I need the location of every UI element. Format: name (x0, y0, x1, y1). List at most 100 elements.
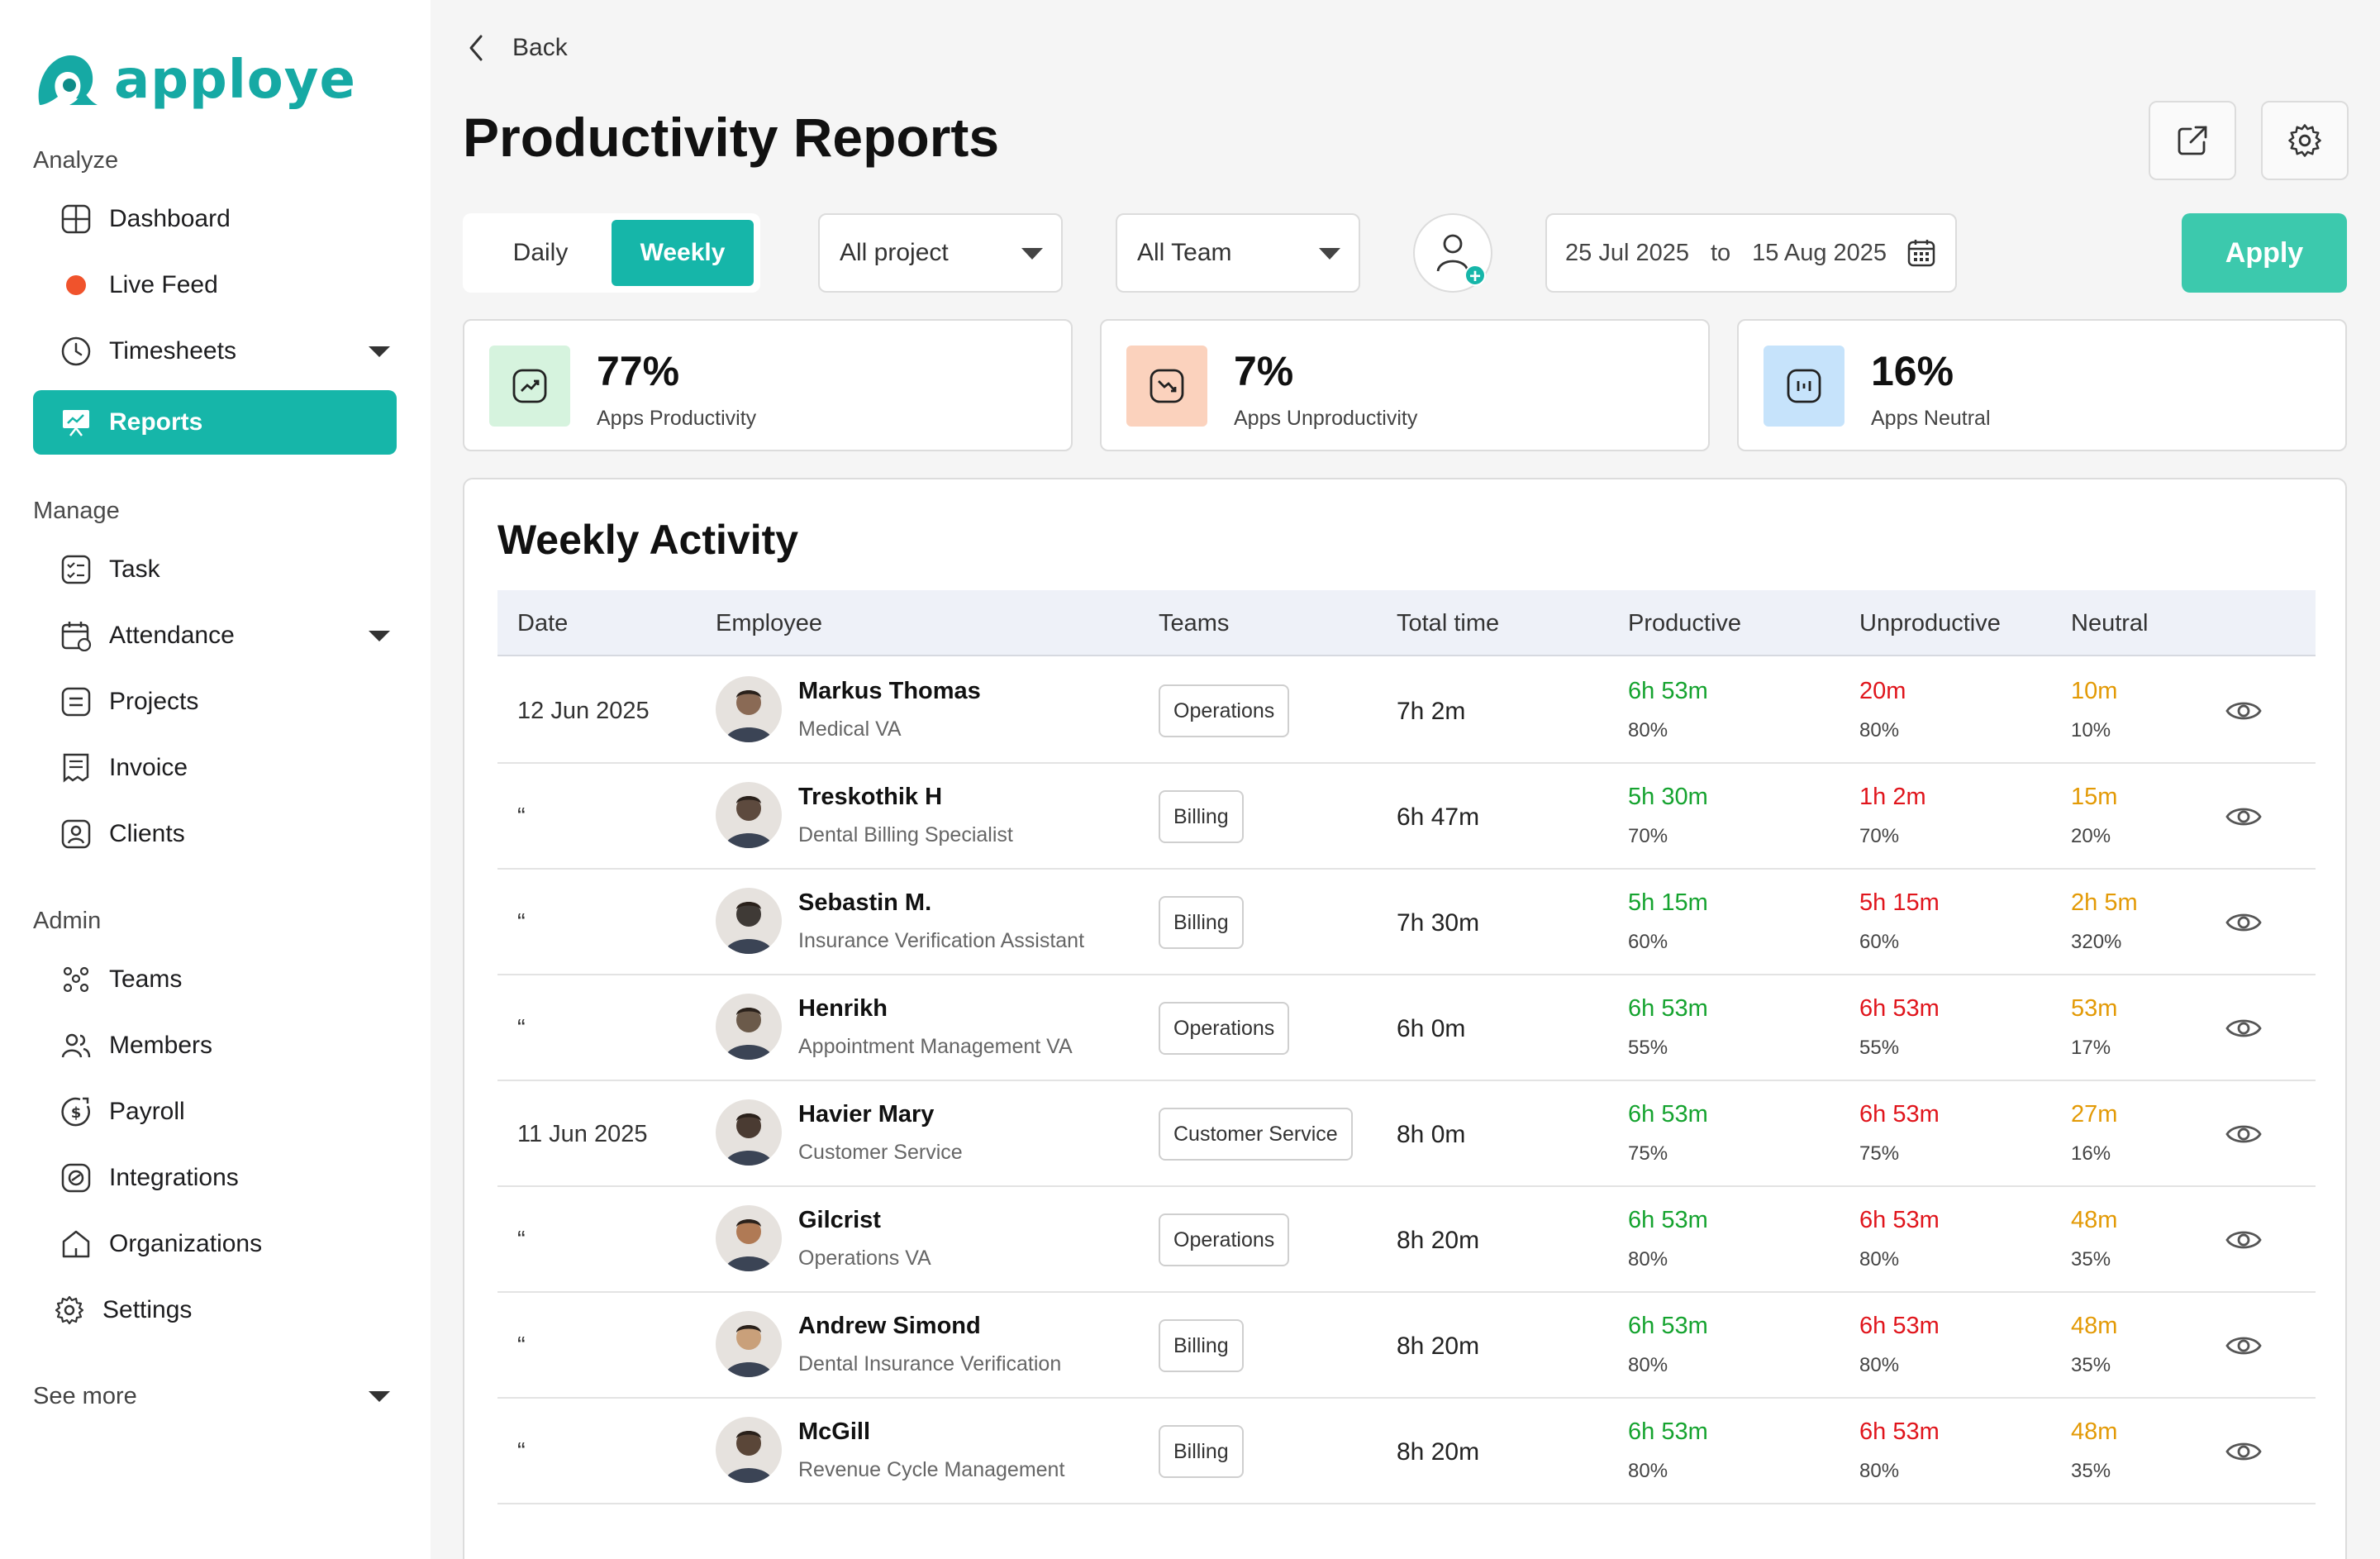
employee-name[interactable]: Gilcrist (798, 1207, 881, 1234)
sidebar-item-clients[interactable]: Clients (33, 802, 397, 866)
sidebar-item-teams[interactable]: Teams (33, 947, 397, 1012)
brand-logo[interactable]: apploye (33, 50, 356, 111)
sidebar-item-settings[interactable]: Settings (33, 1278, 397, 1342)
export-button[interactable] (2149, 101, 2236, 180)
neutral-time: 10m (2071, 678, 2118, 704)
period-option-daily[interactable]: Daily (469, 220, 612, 286)
period-toggle: Daily Weekly (463, 213, 760, 293)
employee-name[interactable]: McGill (798, 1418, 870, 1446)
table-row[interactable]: “ Sebastin M. Insurance Verification Assis… (497, 870, 2316, 975)
card-title: Weekly Activity (497, 517, 799, 563)
table-row[interactable]: “ McGill Revenue Cycle Management Billing 8h… (497, 1399, 2316, 1504)
total-time: 6h 0m (1397, 1015, 1466, 1042)
row-date: “ (517, 1438, 526, 1465)
employee-name[interactable]: Andrew Simond (798, 1313, 981, 1340)
view-eye-icon[interactable] (2225, 1435, 2263, 1468)
table-row[interactable]: “ Andrew Simond Dental Insurance Verificat… (497, 1293, 2316, 1399)
chevron-down-icon[interactable] (369, 630, 390, 641)
view-eye-icon[interactable] (2225, 800, 2263, 833)
table-row[interactable]: “ Gilcrist Operations VA Operations 8h 20m 6h… (497, 1187, 2316, 1293)
unproductive-time: 20m (1859, 678, 1906, 704)
sidebar-item-organizations[interactable]: Organizations (33, 1212, 397, 1276)
project-select[interactable]: All project (818, 213, 1063, 293)
employee-role: Dental Billing Specialist (798, 823, 1013, 846)
sidebar-item-timesheets[interactable]: Timesheets (33, 319, 397, 384)
sidebar-item-integrations[interactable]: Integrations (33, 1146, 397, 1210)
sidebar-item-invoice[interactable]: Invoice (33, 736, 397, 800)
neutral-percent: 35% (2071, 1460, 2111, 1482)
view-eye-icon[interactable] (2225, 1118, 2263, 1151)
employee-name[interactable]: Treskothik H (798, 784, 942, 811)
unproductive-percent: 60% (1859, 931, 1900, 953)
productive-time: 6h 53m (1628, 1101, 1708, 1128)
see-more-toggle[interactable]: See more (33, 1364, 397, 1428)
team-badge: Billing (1159, 1319, 1244, 1372)
payroll-icon: $ (60, 1095, 93, 1128)
apploye-logo-icon (38, 55, 98, 105)
chevron-left-icon (469, 35, 483, 61)
employee-name[interactable]: Markus Thomas (798, 678, 981, 705)
chevron-down-icon[interactable] (369, 1390, 390, 1402)
sidebar-item-members[interactable]: Members (33, 1013, 397, 1078)
employee-name[interactable]: Henrikh (798, 995, 888, 1023)
neutral-time: 27m (2071, 1101, 2118, 1128)
unproductive-percent: 70% (1859, 825, 1900, 847)
stat-value: 7% (1234, 348, 1294, 394)
date-to-separator: to (1710, 239, 1731, 266)
total-time: 6h 47m (1397, 803, 1480, 831)
productive-percent: 70% (1628, 825, 1668, 847)
chevron-down-icon[interactable] (369, 346, 390, 357)
sidebar-item-payroll[interactable]: $ Payroll (33, 1080, 397, 1144)
period-option-weekly[interactable]: Weekly (612, 220, 754, 286)
unproductive-time: 6h 53m (1859, 995, 1940, 1022)
column-header-productive[interactable]: Productive (1628, 610, 1741, 637)
employee-name[interactable]: Sebastin M. (798, 889, 931, 917)
section-label-manage: Manage (33, 498, 120, 524)
column-header-teams[interactable]: Teams (1159, 610, 1229, 637)
sidebar-item-live-feed[interactable]: Live Feed (33, 253, 397, 317)
unproductive-percent: 80% (1859, 1460, 1900, 1482)
apply-button[interactable]: Apply (2182, 213, 2347, 293)
table-row[interactable]: 11 Jun 2025 Havier Mary Customer Service Cu… (497, 1081, 2316, 1187)
view-eye-icon[interactable] (2225, 1012, 2263, 1045)
section-label-admin: Admin (33, 908, 102, 934)
team-select-value: All Team (1137, 239, 1232, 266)
team-select[interactable]: All Team (1116, 213, 1360, 293)
sidebar-item-reports[interactable]: Reports (33, 390, 397, 455)
row-date: “ (517, 909, 526, 936)
view-eye-icon[interactable] (2225, 694, 2263, 727)
sidebar-item-task[interactable]: Task (33, 537, 397, 602)
view-eye-icon[interactable] (2225, 906, 2263, 939)
productive-percent: 80% (1628, 1248, 1668, 1271)
sidebar-item-dashboard[interactable]: Dashboard (33, 187, 397, 251)
table-row[interactable]: “ Treskothik H Dental Billing Specialist Bi… (497, 764, 2316, 870)
avatar (716, 676, 782, 742)
back-button[interactable]: Back (464, 33, 568, 63)
avatar (716, 994, 782, 1060)
productive-percent: 75% (1628, 1142, 1668, 1165)
view-eye-icon[interactable] (2225, 1223, 2263, 1256)
table-row[interactable]: “ Henrikh Appointment Management VA Operati… (497, 975, 2316, 1081)
employee-role: Dental Insurance Verification (798, 1352, 1062, 1375)
unproductive-time: 6h 53m (1859, 1313, 1940, 1339)
date-range-picker[interactable]: 25 Jul 2025 to 15 Aug 2025 (1545, 213, 1957, 293)
sidebar-item-projects[interactable]: Projects (33, 670, 397, 734)
add-member-filter-button[interactable]: + (1413, 213, 1492, 293)
sidebar-item-attendance[interactable]: Attendance (33, 603, 397, 668)
total-time: 8h 0m (1397, 1121, 1466, 1148)
column-header-date[interactable]: Date (517, 610, 568, 637)
employee-role: Revenue Cycle Management (798, 1458, 1065, 1481)
column-header-employee[interactable]: Employee (716, 610, 822, 637)
neutral-percent: 16% (2071, 1142, 2111, 1165)
employee-role: Appointment Management VA (798, 1035, 1073, 1058)
settings-button[interactable] (2261, 101, 2349, 180)
column-header-total-time[interactable]: Total time (1397, 610, 1499, 637)
view-eye-icon[interactable] (2225, 1329, 2263, 1362)
employee-name[interactable]: Havier Mary (798, 1101, 934, 1128)
sidebar-item-label: Members (109, 1032, 213, 1059)
sidebar-item-label: Clients (109, 820, 185, 847)
members-icon (60, 1029, 93, 1062)
column-header-unproductive[interactable]: Unproductive (1859, 610, 2001, 637)
column-header-neutral[interactable]: Neutral (2071, 610, 2149, 637)
table-row[interactable]: 12 Jun 2025 Markus Thomas Medical VA Operat… (497, 658, 2316, 764)
